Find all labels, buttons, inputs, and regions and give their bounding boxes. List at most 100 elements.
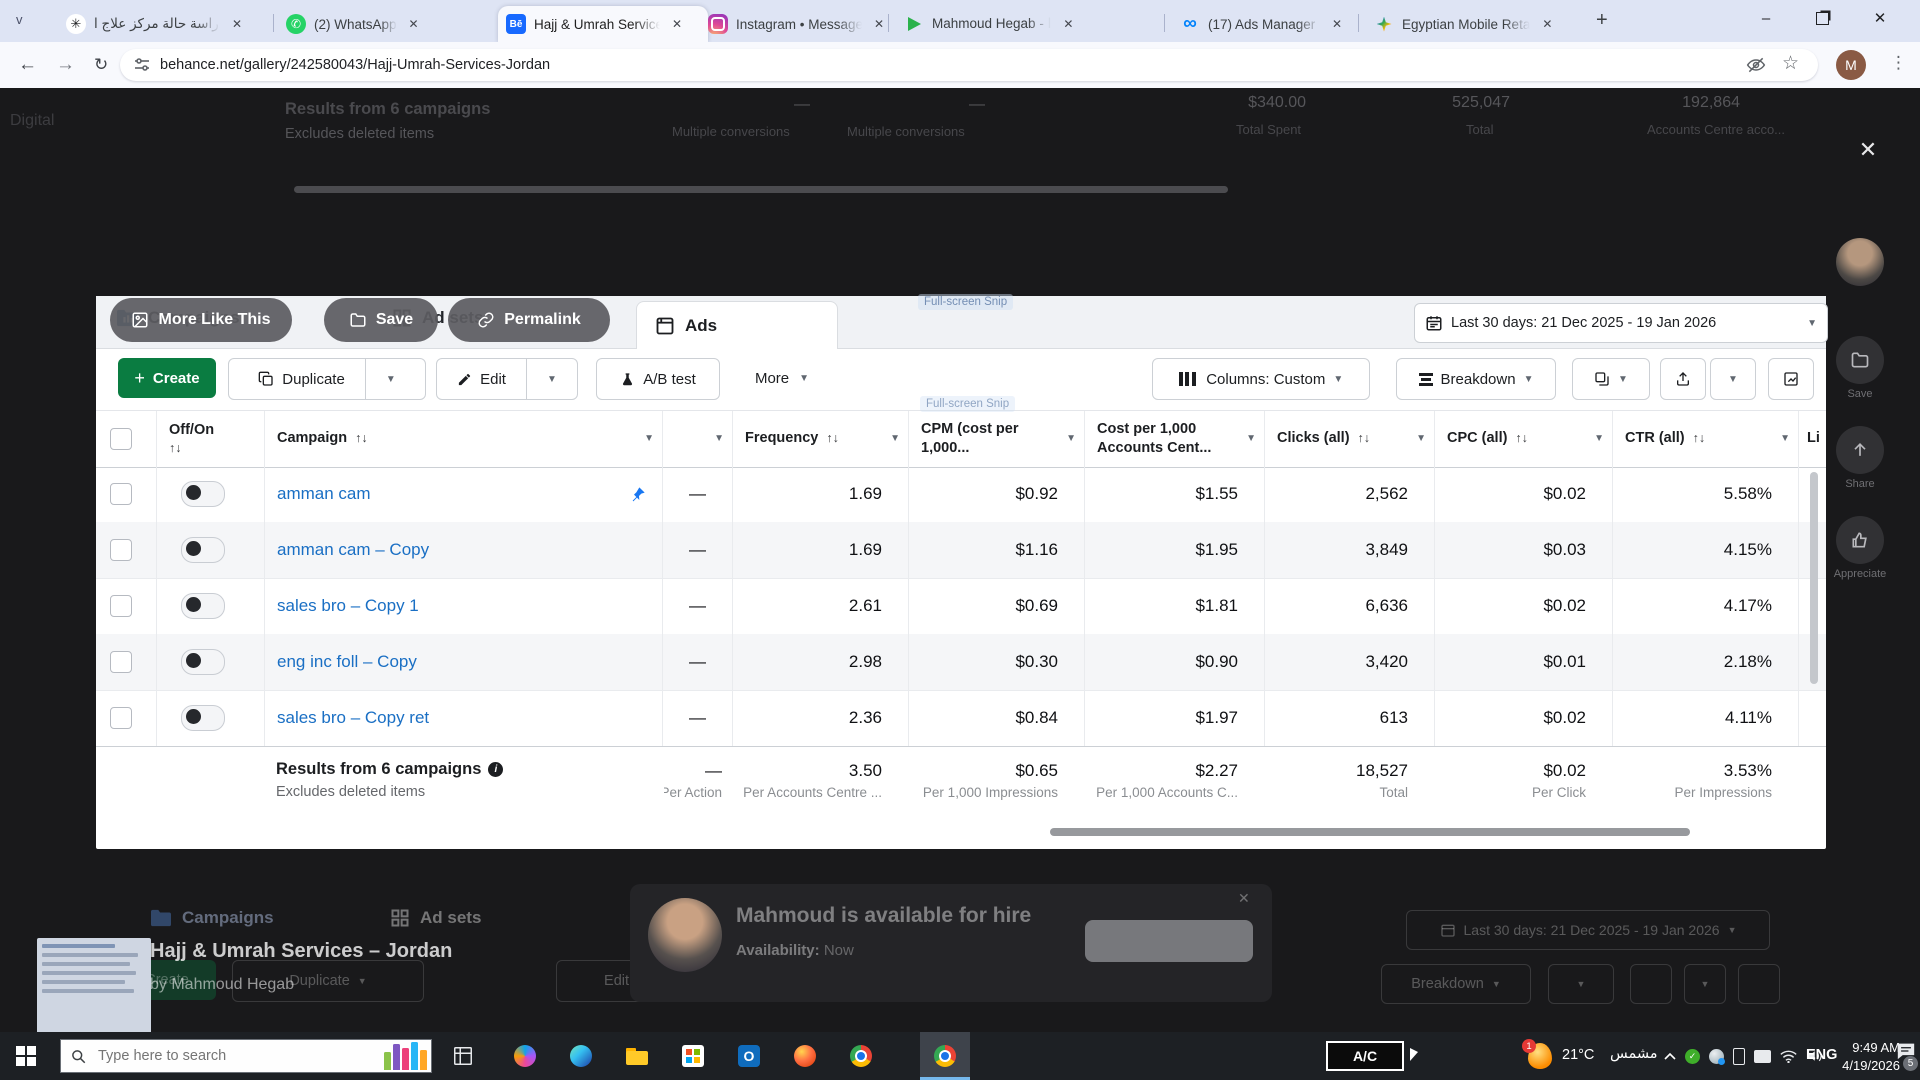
action-center-button[interactable]: 5 xyxy=(1896,1042,1916,1065)
campaign-name[interactable]: sales bro – Copy ret xyxy=(277,708,429,728)
rail-save-button[interactable] xyxy=(1836,336,1884,384)
header-onoff[interactable]: Off/On↑↓ xyxy=(156,411,264,467)
eye-off-icon[interactable] xyxy=(1746,55,1766,75)
chevron-down-icon[interactable]: ▼ xyxy=(1594,433,1604,445)
browser-tab-ads-manager[interactable]: ∞ (17) Ads Manager - M ✕ xyxy=(1172,6,1368,42)
header-clicks[interactable]: Clicks (all)↑↓ ▼ xyxy=(1264,411,1434,467)
edge-icon[interactable] xyxy=(570,1045,592,1067)
header-campaign[interactable]: Campaign↑↓ ▼ xyxy=(264,411,662,467)
tab-close-icon[interactable]: ✕ xyxy=(405,15,423,33)
campaign-name[interactable]: amman cam xyxy=(277,484,371,504)
header-cpm[interactable]: CPM (cost per1,000... ▼ xyxy=(908,411,1084,467)
ghost-tab-campaigns[interactable]: Campaigns xyxy=(150,908,274,928)
sort-icon[interactable]: ↑↓ xyxy=(169,441,214,456)
header-ctr[interactable]: CTR (all)↑↓ ▼ xyxy=(1612,411,1798,467)
image-horizontal-scrollbar[interactable] xyxy=(1050,828,1690,836)
tab-close-icon[interactable]: ✕ xyxy=(1328,15,1346,33)
chevron-down-icon[interactable]: ▼ xyxy=(1780,433,1790,445)
ghost-tab-adsets[interactable]: Ad sets xyxy=(390,908,481,928)
chevron-down-icon[interactable]: ▼ xyxy=(890,433,900,445)
breakdown-button[interactable]: Breakdown ▼ xyxy=(1396,358,1556,400)
window-close-button[interactable]: ✕ xyxy=(1858,0,1902,36)
header-cost-per-1000[interactable]: Cost per 1,000Accounts Cent... ▼ xyxy=(1084,411,1264,467)
tab-close-icon[interactable]: ✕ xyxy=(1538,15,1556,33)
profile-avatar[interactable]: M xyxy=(1836,50,1866,80)
campaign-toggle[interactable] xyxy=(181,705,225,731)
language-indicator[interactable]: ENG xyxy=(1806,1047,1837,1063)
header-frequency[interactable]: Frequency↑↓ ▼ xyxy=(732,411,908,467)
ac-indicator[interactable]: A/C xyxy=(1326,1041,1404,1071)
tab-close-icon[interactable]: ✕ xyxy=(870,15,888,33)
checkbox[interactable] xyxy=(110,707,132,729)
campaign-toggle[interactable] xyxy=(181,649,225,675)
checkbox[interactable] xyxy=(110,539,132,561)
table-vertical-scrollbar[interactable] xyxy=(1810,472,1818,684)
browser-tab-egyptian[interactable]: Egyptian Mobile Reta ✕ xyxy=(1366,6,1594,42)
hire-contact-button[interactable] xyxy=(1085,920,1253,962)
header-cpc[interactable]: CPC (all)↑↓ ▼ xyxy=(1434,411,1612,467)
campaign-link[interactable]: sales bro – Copy ret xyxy=(264,690,662,746)
checkbox[interactable] xyxy=(110,651,132,673)
tab-search-chevron-icon[interactable]: v xyxy=(16,12,23,27)
edit-dropdown-icon[interactable]: ▼ xyxy=(535,359,569,399)
outlook-icon[interactable]: O xyxy=(738,1045,760,1067)
columns-button[interactable]: Columns: Custom ▼ xyxy=(1152,358,1370,400)
hire-close-icon[interactable]: ✕ xyxy=(1238,890,1250,907)
rail-share-button[interactable] xyxy=(1836,426,1884,474)
wifi-icon[interactable] xyxy=(1780,1050,1797,1063)
project-author[interactable]: by Mahmoud Hegab xyxy=(150,976,294,994)
browser-tab-whatsapp[interactable]: ✆ (2) WhatsApp ✕ xyxy=(278,6,508,42)
campaign-name[interactable]: amman cam – Copy xyxy=(277,540,429,560)
new-tab-button[interactable]: + xyxy=(1596,9,1608,32)
browser-tab-mahmoud[interactable]: Mahmoud Hegab - ا ✕ xyxy=(896,6,1174,42)
reload-icon[interactable]: ↻ xyxy=(94,54,108,76)
more-like-this-button[interactable]: More Like This xyxy=(110,298,292,342)
campaign-name[interactable]: sales bro – Copy 1 xyxy=(277,596,419,616)
duplicate-button[interactable]: Duplicate xyxy=(246,359,357,399)
save-button[interactable]: Save xyxy=(324,298,438,342)
table-row[interactable]: amman cam – Copy — 1.69 $1.16 $1.95 3,84… xyxy=(96,522,1826,579)
project-thumbnail[interactable] xyxy=(37,938,151,1032)
export-dropdown-button[interactable]: ▼ xyxy=(1710,358,1756,400)
date-range-selector[interactable]: Last 30 days: 21 Dec 2025 - 19 Jan 2026 … xyxy=(1414,303,1828,343)
rail-appreciate-button[interactable] xyxy=(1836,516,1884,564)
weather-condition[interactable]: مشمس xyxy=(1610,1046,1658,1062)
export-button[interactable] xyxy=(1660,358,1706,400)
clock[interactable]: 9:49 AM 4/19/2026 xyxy=(1838,1039,1900,1074)
back-icon[interactable]: ← xyxy=(18,54,37,76)
browser-menu-icon[interactable]: ⋮ xyxy=(1890,53,1907,73)
chevron-down-icon[interactable]: ▼ xyxy=(1416,433,1426,445)
file-explorer-icon[interactable] xyxy=(626,1045,648,1067)
campaign-link[interactable]: amman cam – Copy xyxy=(264,522,662,578)
header-li[interactable]: Li xyxy=(1798,411,1826,467)
table-row[interactable]: eng inc foll – Copy — 2.98 $0.30 $0.90 3… xyxy=(96,634,1826,691)
browser-tab-chatgpt[interactable]: ✳ دراسة حالة مركز علاج ا ✕ xyxy=(58,6,286,42)
chevron-down-icon[interactable]: ▼ xyxy=(644,433,654,445)
taskbar-search[interactable] xyxy=(60,1039,432,1073)
site-info-tune-icon[interactable] xyxy=(134,57,150,73)
checkbox[interactable] xyxy=(110,483,132,505)
chevron-down-icon[interactable]: ▼ xyxy=(1246,433,1256,445)
campaign-link[interactable]: amman cam xyxy=(264,466,662,522)
sort-icon[interactable]: ↑↓ xyxy=(826,431,839,446)
omnibox[interactable]: behance.net/gallery/242580043/Hajj-Umrah… xyxy=(120,49,1818,81)
table-row[interactable]: sales bro – Copy ret — 2.36 $0.84 $1.97 … xyxy=(96,690,1826,747)
tray-chevron-icon[interactable] xyxy=(1664,1052,1676,1060)
campaign-toggle[interactable] xyxy=(181,481,225,507)
more-button[interactable]: More ▼ xyxy=(740,358,824,398)
duplicate-dropdown-icon[interactable]: ▼ xyxy=(374,359,408,399)
browser-tab-instagram[interactable]: Instagram • Message ✕ xyxy=(700,6,898,42)
phone-link-tray-icon[interactable] xyxy=(1733,1048,1745,1065)
campaign-toggle[interactable] xyxy=(181,593,225,619)
chevron-down-icon[interactable]: ▼ xyxy=(714,433,724,445)
campaign-toggle[interactable] xyxy=(181,537,225,563)
bookmark-star-icon[interactable]: ☆ xyxy=(1782,52,1799,75)
edit-button[interactable]: Edit xyxy=(445,359,518,399)
tab-close-icon[interactable]: ✕ xyxy=(668,15,686,33)
chrome-icon[interactable] xyxy=(850,1045,872,1067)
sort-icon[interactable]: ↑↓ xyxy=(1358,431,1371,446)
temperature[interactable]: 21°C xyxy=(1562,1047,1594,1063)
microsoft-store-icon[interactable] xyxy=(682,1045,704,1067)
weather-widget-icon[interactable]: 1 xyxy=(1528,1043,1552,1069)
task-view-button[interactable] xyxy=(452,1045,474,1067)
